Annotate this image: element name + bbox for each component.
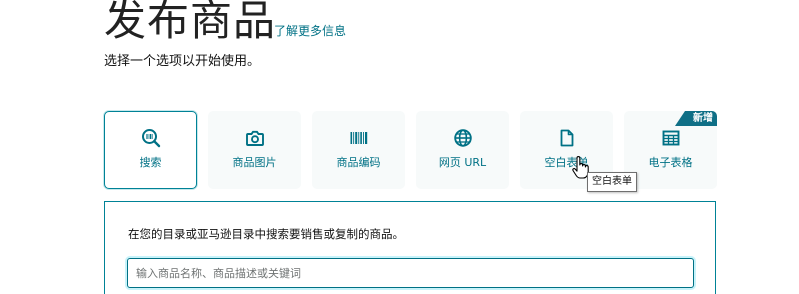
option-label: 电子表格 bbox=[648, 156, 693, 169]
search-input[interactable] bbox=[127, 258, 694, 288]
barcode-icon bbox=[350, 132, 367, 144]
option-product-code[interactable]: 商品编码 bbox=[312, 111, 405, 189]
option-label: 空白表单 bbox=[544, 156, 589, 169]
search-description: 在您的目录或亚马逊目录中搜索要销售或复制的商品。 bbox=[128, 227, 404, 241]
page-subtitle: 选择一个选项以开始使用。 bbox=[104, 54, 261, 69]
learn-more-link[interactable]: 了解更多信息 bbox=[274, 23, 346, 39]
option-spreadsheet[interactable]: 电子表格 新增 bbox=[624, 111, 717, 189]
option-label: 搜索 bbox=[139, 156, 162, 169]
option-label: 商品图片 bbox=[232, 156, 277, 169]
new-badge: 新增 bbox=[675, 111, 717, 126]
globe-icon bbox=[453, 129, 472, 147]
search-panel: 在您的目录或亚马逊目录中搜索要销售或复制的商品。 bbox=[104, 201, 716, 294]
spreadsheet-icon bbox=[662, 130, 679, 146]
page-title: 发布商品 bbox=[104, 0, 277, 45]
option-product-image[interactable]: 商品图片 bbox=[208, 111, 301, 189]
page: 发布商品 了解更多信息 选择一个选项以开始使用。 搜索 商品图片 商品编码 网页… bbox=[0, 0, 799, 294]
option-label: 商品编码 bbox=[336, 156, 381, 169]
magnifier-barcode-icon bbox=[141, 129, 160, 148]
document-icon bbox=[560, 129, 573, 147]
option-web-url[interactable]: 网页 URL bbox=[416, 111, 509, 189]
option-search[interactable]: 搜索 bbox=[104, 111, 197, 189]
option-label: 网页 URL bbox=[438, 156, 487, 169]
tooltip: 空白表单 bbox=[587, 172, 637, 192]
camera-icon bbox=[245, 130, 264, 146]
